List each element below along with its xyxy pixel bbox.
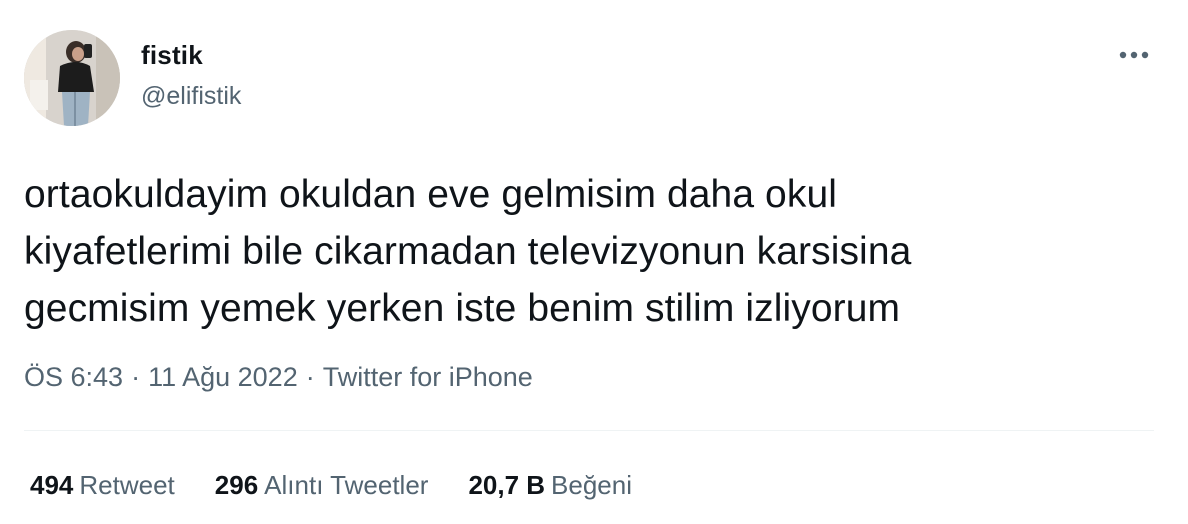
avatar[interactable] — [24, 30, 120, 126]
quote-label: Alıntı Tweetler — [264, 470, 429, 500]
more-horizontal-icon — [1119, 51, 1149, 59]
tweet-time[interactable]: ÖS 6:43 — [24, 362, 123, 392]
quote-tweets-stat[interactable]: 296 Alıntı Tweetler — [215, 470, 429, 501]
retweet-label: Retweet — [79, 470, 175, 500]
divider — [24, 430, 1154, 431]
tweet-stats: 494 Retweet 296 Alıntı Tweetler 20,7 B Beğe… — [30, 470, 632, 501]
more-options-button[interactable] — [1114, 40, 1154, 70]
tweet-source[interactable]: Twitter for iPhone — [323, 362, 533, 392]
tweet-text: ortaokuldayim okuldan eve gelmisim daha … — [24, 166, 1144, 337]
tweet-text-line: gecmisim yemek yerken iste benim stilim … — [24, 287, 901, 330]
separator-dot: · — [305, 362, 315, 392]
retweet-count: 494 — [30, 470, 74, 500]
tweet-text-line: ortaokuldayim okuldan eve gelmisim daha … — [24, 173, 838, 216]
tweet-date[interactable]: 11 Ağu 2022 — [148, 362, 298, 392]
quote-count: 296 — [214, 470, 259, 500]
retweet-stat[interactable]: 494 Retweet — [30, 470, 175, 501]
like-count: 20,7 B — [468, 470, 546, 500]
user-handle[interactable]: @elifistik — [141, 82, 241, 111]
profile-photo — [24, 30, 120, 126]
tweet-card: fistik @elifistik ortaokuldayim okuldan … — [0, 0, 1188, 524]
like-label: Beğeni — [551, 470, 633, 500]
tweet-metadata: ÖS 6:43 · 11 Ağu 2022 · Twitter for iPhone — [24, 362, 533, 393]
display-name[interactable]: fistik — [141, 40, 203, 71]
likes-stat[interactable]: 20,7 B Beğeni — [468, 470, 632, 501]
separator-dot: · — [131, 362, 141, 392]
tweet-text-line: kiyafetlerimi bile cikarmadan televizyon… — [24, 230, 912, 273]
